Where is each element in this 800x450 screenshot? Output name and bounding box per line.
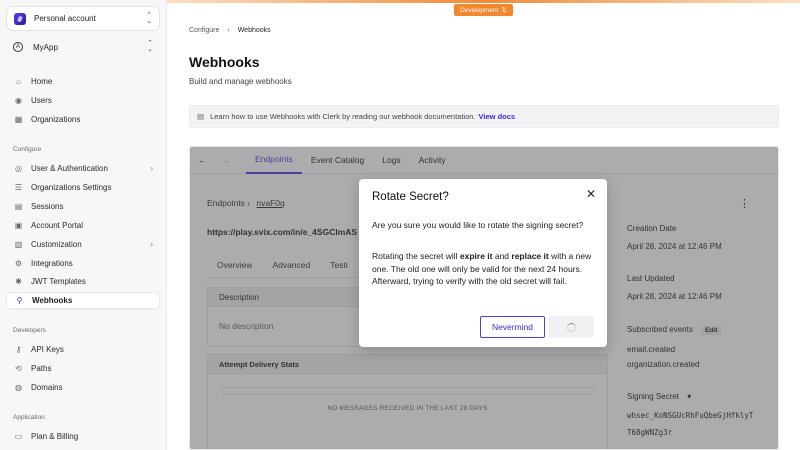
- sidebar-item-user-authentication[interactable]: ◎ User & Authentication ›: [6, 160, 160, 177]
- jwt-icon: ✱: [15, 277, 22, 286]
- dialog-body-part: Rotating the secret will: [372, 251, 460, 261]
- sessions-icon: ▤: [14, 202, 23, 211]
- view-docs-link[interactable]: View docs: [479, 112, 516, 121]
- app-icon: A: [13, 42, 23, 52]
- sidebar-item-label: Paths: [31, 364, 52, 373]
- dialog-title: Rotate Secret?: [372, 191, 449, 203]
- settings-list-icon: ☰: [14, 183, 23, 192]
- docs-callout-text: Learn how to use Webhooks with Clerk by …: [210, 112, 476, 121]
- sidebar-item-jwt-templates[interactable]: ✱ JWT Templates: [6, 273, 160, 290]
- app-name: MyApp: [33, 42, 58, 52]
- sidebar-item-label: API Keys: [31, 345, 64, 354]
- loading-spinner-icon: [567, 322, 576, 332]
- home-icon: ⌂: [16, 77, 21, 86]
- sidebar-item-label: User & Authentication: [31, 164, 108, 173]
- sidebar-item-label: Home: [31, 77, 53, 86]
- breadcrumb-current: Webhooks: [237, 27, 271, 34]
- sidebar-item-label: JWT Templates: [31, 277, 86, 286]
- paths-icon: ⟲: [15, 364, 22, 373]
- rotate-button-loading[interactable]: [549, 316, 594, 338]
- account-logo-icon: [14, 12, 26, 25]
- sidebar-item-label: Organizations: [31, 115, 81, 124]
- section-label-developers: Developers: [13, 327, 46, 334]
- chevron-right-icon: ›: [150, 240, 153, 249]
- sidebar-item-label: Organizations Settings: [31, 183, 112, 192]
- palette-icon: ▧: [14, 240, 23, 249]
- dialog-body-bold: replace it: [511, 251, 549, 261]
- sidebar-item-sessions[interactable]: ▤ Sessions: [6, 198, 160, 215]
- page-title: Webhooks: [189, 54, 260, 70]
- sidebar-item-customization[interactable]: ▧ Customization ›: [6, 236, 160, 253]
- chevron-right-icon: ›: [227, 27, 230, 34]
- environment-bar: [166, 0, 800, 3]
- sidebar-item-domains[interactable]: ◍ Domains: [6, 379, 160, 396]
- breadcrumb-parent[interactable]: Configure: [189, 27, 219, 34]
- sidebar-item-label: Sessions: [31, 202, 64, 211]
- account-name: Personal account: [34, 14, 96, 23]
- building-icon: ▦: [14, 115, 23, 124]
- globe-icon: ◍: [15, 383, 22, 392]
- sidebar-item-label: Plan & Billing: [31, 432, 79, 441]
- sidebar: Personal account ⌃ ⌄ A MyApp ⌃ ⌄ ⌂ Home ◉ …: [0, 0, 166, 450]
- sidebar-item-label: Customization: [31, 240, 82, 249]
- sidebar-item-users[interactable]: ◉ Users: [6, 92, 160, 109]
- environment-badge[interactable]: Development ⇅: [454, 4, 513, 16]
- chevron-up-down-icon: ⌃ ⌄: [146, 11, 152, 25]
- page-subtitle: Build and manage webhooks: [189, 77, 292, 86]
- sidebar-item-organizations[interactable]: ▦ Organizations: [6, 111, 160, 128]
- section-label-application: Application: [13, 414, 45, 421]
- environment-badge-label: Development: [460, 6, 499, 14]
- portal-icon: ▣: [14, 221, 23, 230]
- sidebar-item-label: Account Portal: [31, 221, 84, 230]
- chevron-right-icon: ›: [150, 164, 153, 173]
- account-switcher[interactable]: Personal account ⌃ ⌄: [6, 6, 160, 31]
- user-icon: ◉: [15, 96, 22, 105]
- book-icon: ▤: [197, 112, 205, 121]
- close-icon[interactable]: ✕: [586, 187, 596, 201]
- sidebar-item-account-portal[interactable]: ▣ Account Portal: [6, 217, 160, 234]
- rotate-secret-dialog: Rotate Secret? ✕ Are you sure you would …: [359, 179, 607, 347]
- chevron-up-down-icon: ⌃ ⌄: [147, 40, 153, 53]
- dialog-body-part: and: [492, 251, 512, 261]
- sidebar-item-label: Webhooks: [32, 296, 73, 305]
- billing-icon: ▭: [14, 432, 23, 441]
- sidebar-item-plan-billing[interactable]: ▭ Plan & Billing: [6, 428, 160, 445]
- sidebar-item-paths[interactable]: ⟲ Paths: [6, 360, 160, 377]
- integrations-icon: ⚙: [14, 259, 23, 268]
- sidebar-item-label: Domains: [31, 383, 63, 392]
- sidebar-item-label: Integrations: [31, 259, 73, 268]
- nevermind-button[interactable]: Nevermind: [480, 316, 545, 338]
- sidebar-item-organizations-settings[interactable]: ☰ Organizations Settings: [6, 179, 160, 196]
- dialog-question: Are you sure you would like to rotate th…: [372, 220, 584, 230]
- sidebar-item-api-keys[interactable]: ⚷ API Keys: [6, 341, 160, 358]
- app-switcher[interactable]: A MyApp ⌃ ⌄: [6, 36, 160, 58]
- sidebar-item-integrations[interactable]: ⚙ Integrations: [6, 255, 160, 272]
- section-label-configure: Configure: [13, 146, 42, 153]
- key-icon: ⚷: [15, 345, 22, 354]
- sidebar-item-home[interactable]: ⌂ Home: [6, 73, 160, 90]
- user-lock-icon: ◎: [15, 164, 22, 173]
- sidebar-item-webhooks[interactable]: ⚲ Webhooks: [6, 292, 160, 309]
- dialog-body: Rotating the secret will expire it and r…: [372, 250, 597, 288]
- swap-icon: ⇅: [501, 7, 507, 14]
- breadcrumb: Configure › Webhooks: [189, 27, 271, 34]
- webhook-icon: ⚲: [16, 296, 23, 305]
- docs-callout: ▤ Learn how to use Webhooks with Clerk b…: [189, 105, 779, 128]
- sidebar-item-label: Users: [31, 96, 52, 105]
- dialog-body-bold: expire it: [459, 251, 493, 261]
